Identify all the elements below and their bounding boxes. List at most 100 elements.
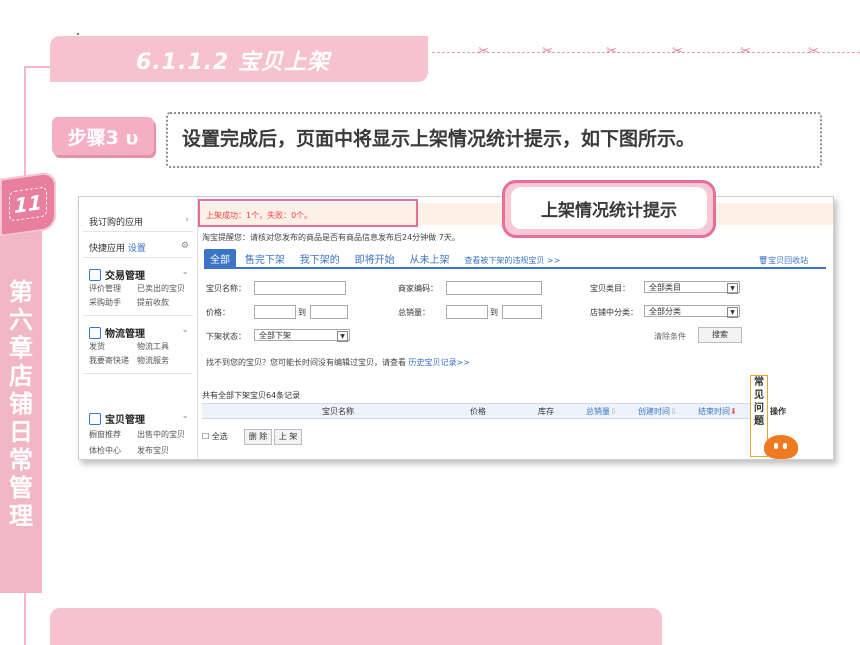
dropdown-arrow-icon: ▼	[727, 283, 738, 294]
my-apps-item[interactable]: 我订购的应用	[89, 215, 143, 228]
delist-status-select[interactable]: 全部下架 ▼	[254, 329, 350, 342]
col-item-name: 宝贝名称	[322, 407, 354, 416]
clear-conditions-link[interactable]: 清除条件	[654, 331, 686, 342]
mascot-eye	[783, 443, 787, 449]
select-all-checkbox[interactable]: ☐	[202, 432, 209, 441]
item-name-label: 宝贝名称：	[206, 284, 246, 293]
merchant-code-input[interactable]	[446, 281, 542, 295]
batch-actions: ☐ 全选	[202, 431, 228, 442]
delete-button[interactable]: 删 除	[244, 429, 272, 445]
gear-icon[interactable]: ⚙	[181, 241, 189, 251]
trade-management-heading[interactable]: 交易管理	[89, 267, 145, 282]
col-created-sort[interactable]: 创建时间⇩	[638, 406, 677, 417]
sidebar-item-check-center[interactable]: 体检中心	[89, 445, 121, 456]
footer-band	[50, 608, 662, 645]
callout-label: 上架情况统计提示	[511, 187, 707, 229]
chevron-down-icon: ⌄	[181, 325, 189, 335]
chapter-title: 第六章 店铺日常管理	[9, 278, 33, 530]
col-ended-label: 结束时间	[698, 407, 730, 416]
tab-upcoming[interactable]: 即将开始	[349, 249, 401, 268]
sales-min-input[interactable]	[446, 305, 488, 319]
recycle-label: 宝贝回收站	[768, 256, 809, 265]
col-operations: 操作	[770, 407, 786, 416]
chevron-down-icon: ⌄	[181, 267, 189, 277]
history-hint-text: 找不到您的宝贝？您可能长时间没有编辑过宝贝，请查看	[206, 358, 406, 367]
scissors-icon: ✂	[478, 44, 489, 59]
quick-apps-item: 快捷应用 设置	[89, 241, 146, 254]
mascot-icon	[764, 435, 798, 459]
recycle-bin-link[interactable]: 🗑宝贝回收站	[758, 255, 808, 266]
taobao-tip: 淘宝提醒您：请核对您发布的商品是否有商品信息发布后24分钟做 7天。	[202, 233, 460, 242]
history-records-link[interactable]: 历史宝贝记录>>	[409, 358, 470, 367]
sidebar-item-logistics-service[interactable]: 物流服务	[137, 355, 169, 366]
chapter-number-badge: 11	[0, 171, 56, 237]
chapter-connector-line	[24, 588, 26, 645]
tab-all[interactable]: 全部	[204, 249, 236, 268]
trash-icon: 🗑	[758, 256, 769, 265]
tab-sold-out[interactable]: 售完下架	[239, 249, 291, 268]
trade-icon	[89, 269, 101, 281]
divider	[83, 257, 193, 258]
section-title: 6.1.1.2 宝贝上架	[136, 50, 330, 75]
sort-arrow-icon: ⇩	[670, 407, 677, 416]
col-price: 价格	[470, 407, 486, 416]
price-max-input[interactable]	[310, 305, 348, 319]
goods-management-heading[interactable]: 宝贝管理	[89, 411, 145, 426]
sidebar-item-showcase[interactable]: 橱窗推荐	[89, 429, 121, 440]
scissors-icon: ✂	[606, 44, 617, 59]
sort-arrow-icon: ⇩	[610, 407, 617, 416]
chevron-down-icon: ⌄	[181, 411, 189, 421]
tab-never-listed[interactable]: 从未上架	[404, 249, 456, 268]
decor-dot	[77, 33, 79, 35]
sort-arrow-active-icon: ⬇	[730, 407, 737, 416]
goods-title: 宝贝管理	[105, 415, 145, 426]
taobao-screenshot: 我订购的应用 › 快捷应用 设置 ⚙ 交易管理 ⌄ 评价管理 已卖出的宝贝 采购…	[78, 196, 834, 460]
divider	[83, 373, 193, 374]
scissor-dashed-line	[432, 52, 860, 53]
history-hint: 找不到您的宝贝？您可能长时间没有编辑过宝贝，请查看 历史宝贝记录>>	[206, 357, 470, 368]
chapter-connector-line	[24, 66, 52, 68]
shop-category-value: 全部分类	[649, 307, 681, 316]
price-to-label: 到	[298, 308, 306, 317]
settings-link[interactable]: 设置	[128, 244, 146, 254]
chapter-connector-line	[24, 68, 26, 188]
price-label: 价格：	[206, 308, 230, 317]
sidebar-item-logistics-tools[interactable]: 物流工具	[137, 341, 169, 352]
tab-my-delisted[interactable]: 我下架的	[294, 249, 346, 268]
tabs-underline	[204, 267, 826, 269]
violation-items-link[interactable]: 查看被下架的违规宝贝 >>	[458, 253, 566, 268]
col-ended-sort[interactable]: 结束时间⬇	[698, 406, 737, 417]
price-min-input[interactable]	[254, 305, 296, 319]
quick-apps-label: 快捷应用	[89, 244, 126, 254]
delist-status-label: 下架状态：	[206, 332, 246, 341]
category-select[interactable]: 全部类目 ▼	[644, 281, 740, 294]
sidebar-item-sold[interactable]: 已卖出的宝贝	[137, 283, 185, 294]
step-text: 设置完成后，页面中将显示上架情况统计提示，如下图所示。	[182, 128, 696, 150]
logistics-management-heading[interactable]: 物流管理	[89, 325, 145, 340]
col-stock: 库存	[538, 407, 554, 416]
scissors-icon: ✂	[542, 44, 553, 59]
dropdown-arrow-icon: ▼	[727, 307, 738, 318]
sidebar-item-ship[interactable]: 发货	[89, 341, 105, 352]
sidebar-item-publish[interactable]: 发布宝贝	[137, 445, 169, 456]
screenshot-sidebar: 我订购的应用 › 快捷应用 设置 ⚙ 交易管理 ⌄ 评价管理 已卖出的宝贝 采购…	[79, 197, 198, 459]
scissors-icon: ✂	[740, 44, 751, 59]
sales-to-label: 到	[490, 308, 498, 317]
col-sales-sort[interactable]: 总销量⇩	[586, 406, 617, 417]
col-sales-label: 总销量	[586, 407, 610, 416]
item-name-input[interactable]	[254, 281, 346, 295]
col-created-label: 创建时间	[638, 407, 670, 416]
sidebar-item-purchase[interactable]: 采购助手	[89, 297, 121, 308]
search-button[interactable]: 搜索	[698, 327, 742, 343]
sales-max-input[interactable]	[502, 305, 542, 319]
shop-category-select[interactable]: 全部分类 ▼	[644, 305, 740, 318]
sidebar-item-express[interactable]: 我要寄快递	[89, 355, 129, 366]
sidebar-item-early-pay[interactable]: 提前收款	[137, 297, 169, 308]
category-label: 宝贝类目：	[590, 284, 630, 293]
list-button[interactable]: 上 架	[274, 429, 302, 445]
step-badge: 步骤3 υ	[52, 117, 154, 155]
divider	[83, 315, 193, 316]
sidebar-item-review[interactable]: 评价管理	[89, 283, 121, 294]
sidebar-item-on-sale[interactable]: 出售中的宝贝	[137, 429, 185, 440]
divider	[83, 231, 193, 232]
